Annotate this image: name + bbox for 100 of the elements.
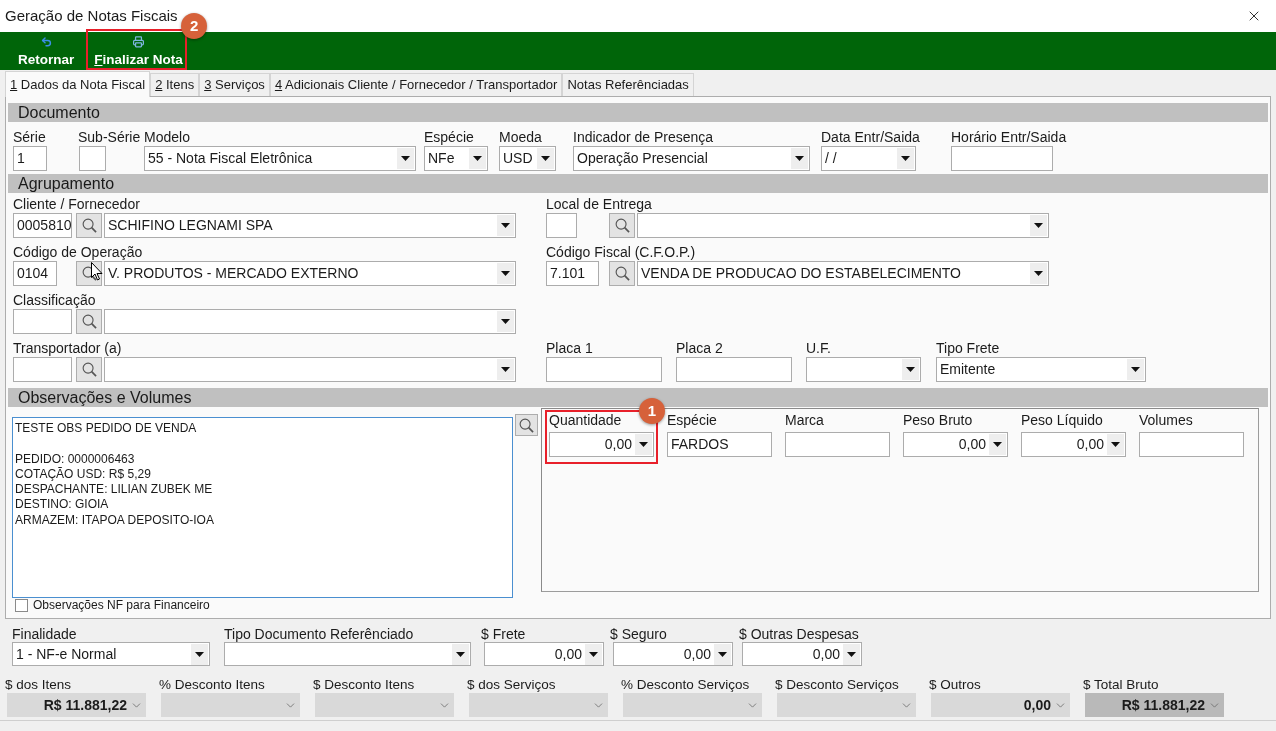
code-field[interactable]: 7.101 (546, 261, 599, 286)
section-header: Agrupamento (8, 174, 1268, 193)
dropdown[interactable]: Emitente (936, 357, 1146, 382)
tab[interactable]: 2 Itens (150, 73, 200, 96)
field-label: Transportador (a) (13, 340, 122, 356)
dropdown[interactable]: SCHIFINO LEGNAMI SPA (104, 213, 516, 238)
text-field[interactable] (785, 432, 890, 457)
search-icon (81, 362, 97, 377)
caret-down-icon (497, 215, 514, 236)
total-field: 0,00 (931, 693, 1070, 717)
tab[interactable]: 1 Dados da Nota Fiscal (5, 71, 151, 97)
search-icon (81, 218, 97, 233)
dropdown[interactable]: USD (499, 146, 556, 171)
dropdown[interactable] (637, 213, 1049, 238)
field-label: Data Entr/Saida (821, 129, 920, 145)
caret-down-icon (497, 359, 514, 380)
toolbar-button[interactable]: Finalizar Nota (93, 35, 184, 70)
field-label: Código de Operação (13, 244, 143, 260)
field-label: $ Seguro (610, 626, 667, 642)
dropdown[interactable]: 0,00 (742, 642, 862, 666)
field-label: Sub-Série (78, 129, 141, 145)
tab[interactable]: Notas Referênciadas (562, 73, 694, 96)
step-badge: 1 (639, 398, 665, 424)
code-field[interactable] (13, 309, 72, 334)
field-label: $ Outras Despesas (739, 626, 859, 642)
checkbox[interactable] (15, 598, 28, 612)
field-label: Local de Entrega (546, 196, 652, 212)
dropdown[interactable]: Operação Presencial (573, 146, 810, 171)
dropdown[interactable]: V. PRODUTOS - MERCADO EXTERNO (104, 261, 516, 286)
text-field[interactable] (1139, 432, 1244, 457)
code-field[interactable]: 0005810 (13, 213, 72, 238)
search-icon (81, 266, 97, 281)
field-label: Espécie (667, 412, 717, 428)
field-label: Indicador de Presença (573, 129, 714, 145)
code-field[interactable]: 0104 (13, 261, 57, 286)
caret-down-icon (1107, 434, 1124, 455)
caret-down-icon (497, 311, 514, 332)
search-icon (81, 314, 97, 329)
text-field[interactable]: 1 (13, 146, 47, 171)
field-label: Peso Bruto (903, 412, 973, 428)
text-field[interactable] (546, 357, 662, 382)
caret-down-icon (714, 643, 731, 665)
caret-down-icon (1030, 215, 1047, 236)
field-label: Volumes (1139, 412, 1193, 428)
field-label: $ Desconto Itens (313, 677, 415, 693)
dropdown[interactable] (104, 309, 516, 334)
field-label: Peso Líquido (1021, 412, 1103, 428)
caret-down-icon (843, 643, 860, 665)
total-field: R$ 11.881,22 (1085, 693, 1224, 717)
dropdown[interactable] (224, 642, 471, 666)
tab[interactable]: 4 Adicionais Cliente / Fornecedor / Transportador (269, 73, 563, 96)
field-label: Código Fiscal (C.F.O.P.) (546, 244, 696, 260)
toolbar-button[interactable]: Retornar (17, 35, 76, 70)
dropdown[interactable]: 1 - NF-e Normal (12, 642, 210, 666)
printer-icon (131, 36, 147, 48)
dropdown[interactable]: NFe (424, 146, 488, 171)
dropdown[interactable]: 55 - Nota Fiscal Eletrônica (144, 146, 416, 171)
code-field[interactable] (13, 357, 72, 382)
field-label: Cliente / Fornecedor (13, 196, 140, 212)
caret-down-icon (497, 263, 514, 284)
field-label: U.F. (806, 340, 831, 356)
caret-down-icon (902, 359, 919, 380)
field-label: $ dos Itens (5, 677, 72, 693)
section-header: Documento (8, 103, 1268, 122)
dropdown[interactable]: / / (821, 146, 916, 171)
code-field[interactable] (546, 213, 577, 238)
field-label: Quantidade (549, 412, 622, 428)
field-label: Classificação (13, 292, 96, 308)
caret-down-icon (1030, 263, 1047, 284)
text-field[interactable] (676, 357, 792, 382)
field-label: $ dos Serviços (467, 677, 556, 693)
search-icon (614, 266, 630, 281)
text-field[interactable] (79, 146, 106, 171)
dropdown[interactable] (806, 357, 921, 382)
caret-down-icon (897, 148, 914, 169)
window-title: Geração de Notas Fiscais (5, 5, 178, 26)
caret-down-icon (635, 434, 652, 455)
dropdown[interactable] (104, 357, 516, 382)
dropdown[interactable]: 0,00 (1021, 432, 1126, 457)
field-label: Moeda (499, 129, 542, 145)
text-field[interactable]: FARDOS (667, 432, 772, 457)
dropdown[interactable]: 0,00 (613, 642, 733, 666)
dropdown[interactable]: 0,00 (549, 432, 654, 457)
dropdown[interactable]: 0,00 (903, 432, 1008, 457)
tab[interactable]: 3 Serviços (199, 73, 270, 96)
section-header: Observações e Volumes (8, 388, 1268, 407)
field-label: Espécie (424, 129, 474, 145)
field-label: $ Frete (481, 626, 526, 642)
caret-down-icon (1127, 359, 1144, 380)
dropdown[interactable]: 0,00 (484, 642, 604, 666)
notes-textarea[interactable]: TESTE OBS PEDIDO DE VENDA PEDIDO: 0000006463 COTAÇÃO USD: R$ 5,29 DESPACHANTE: LILIAN ZUBEK ME DESTINO: GIOIA ARMAZEM: ITAPOA DEPOSITO-IOA (12, 417, 513, 598)
caret-down-icon (537, 148, 554, 169)
checkbox-label: Observações NF para Financeiro (33, 597, 210, 614)
caret-down-icon (989, 434, 1006, 455)
dropdown[interactable]: VENDA DE PRODUCAO DO ESTABELECIMENTO (637, 261, 1049, 286)
field-label: Série (13, 129, 46, 145)
field-label: Marca (785, 412, 824, 428)
field-label: $ Total Bruto (1083, 677, 1159, 693)
field-label: % Desconto Itens (159, 677, 265, 693)
text-field[interactable] (951, 146, 1053, 171)
